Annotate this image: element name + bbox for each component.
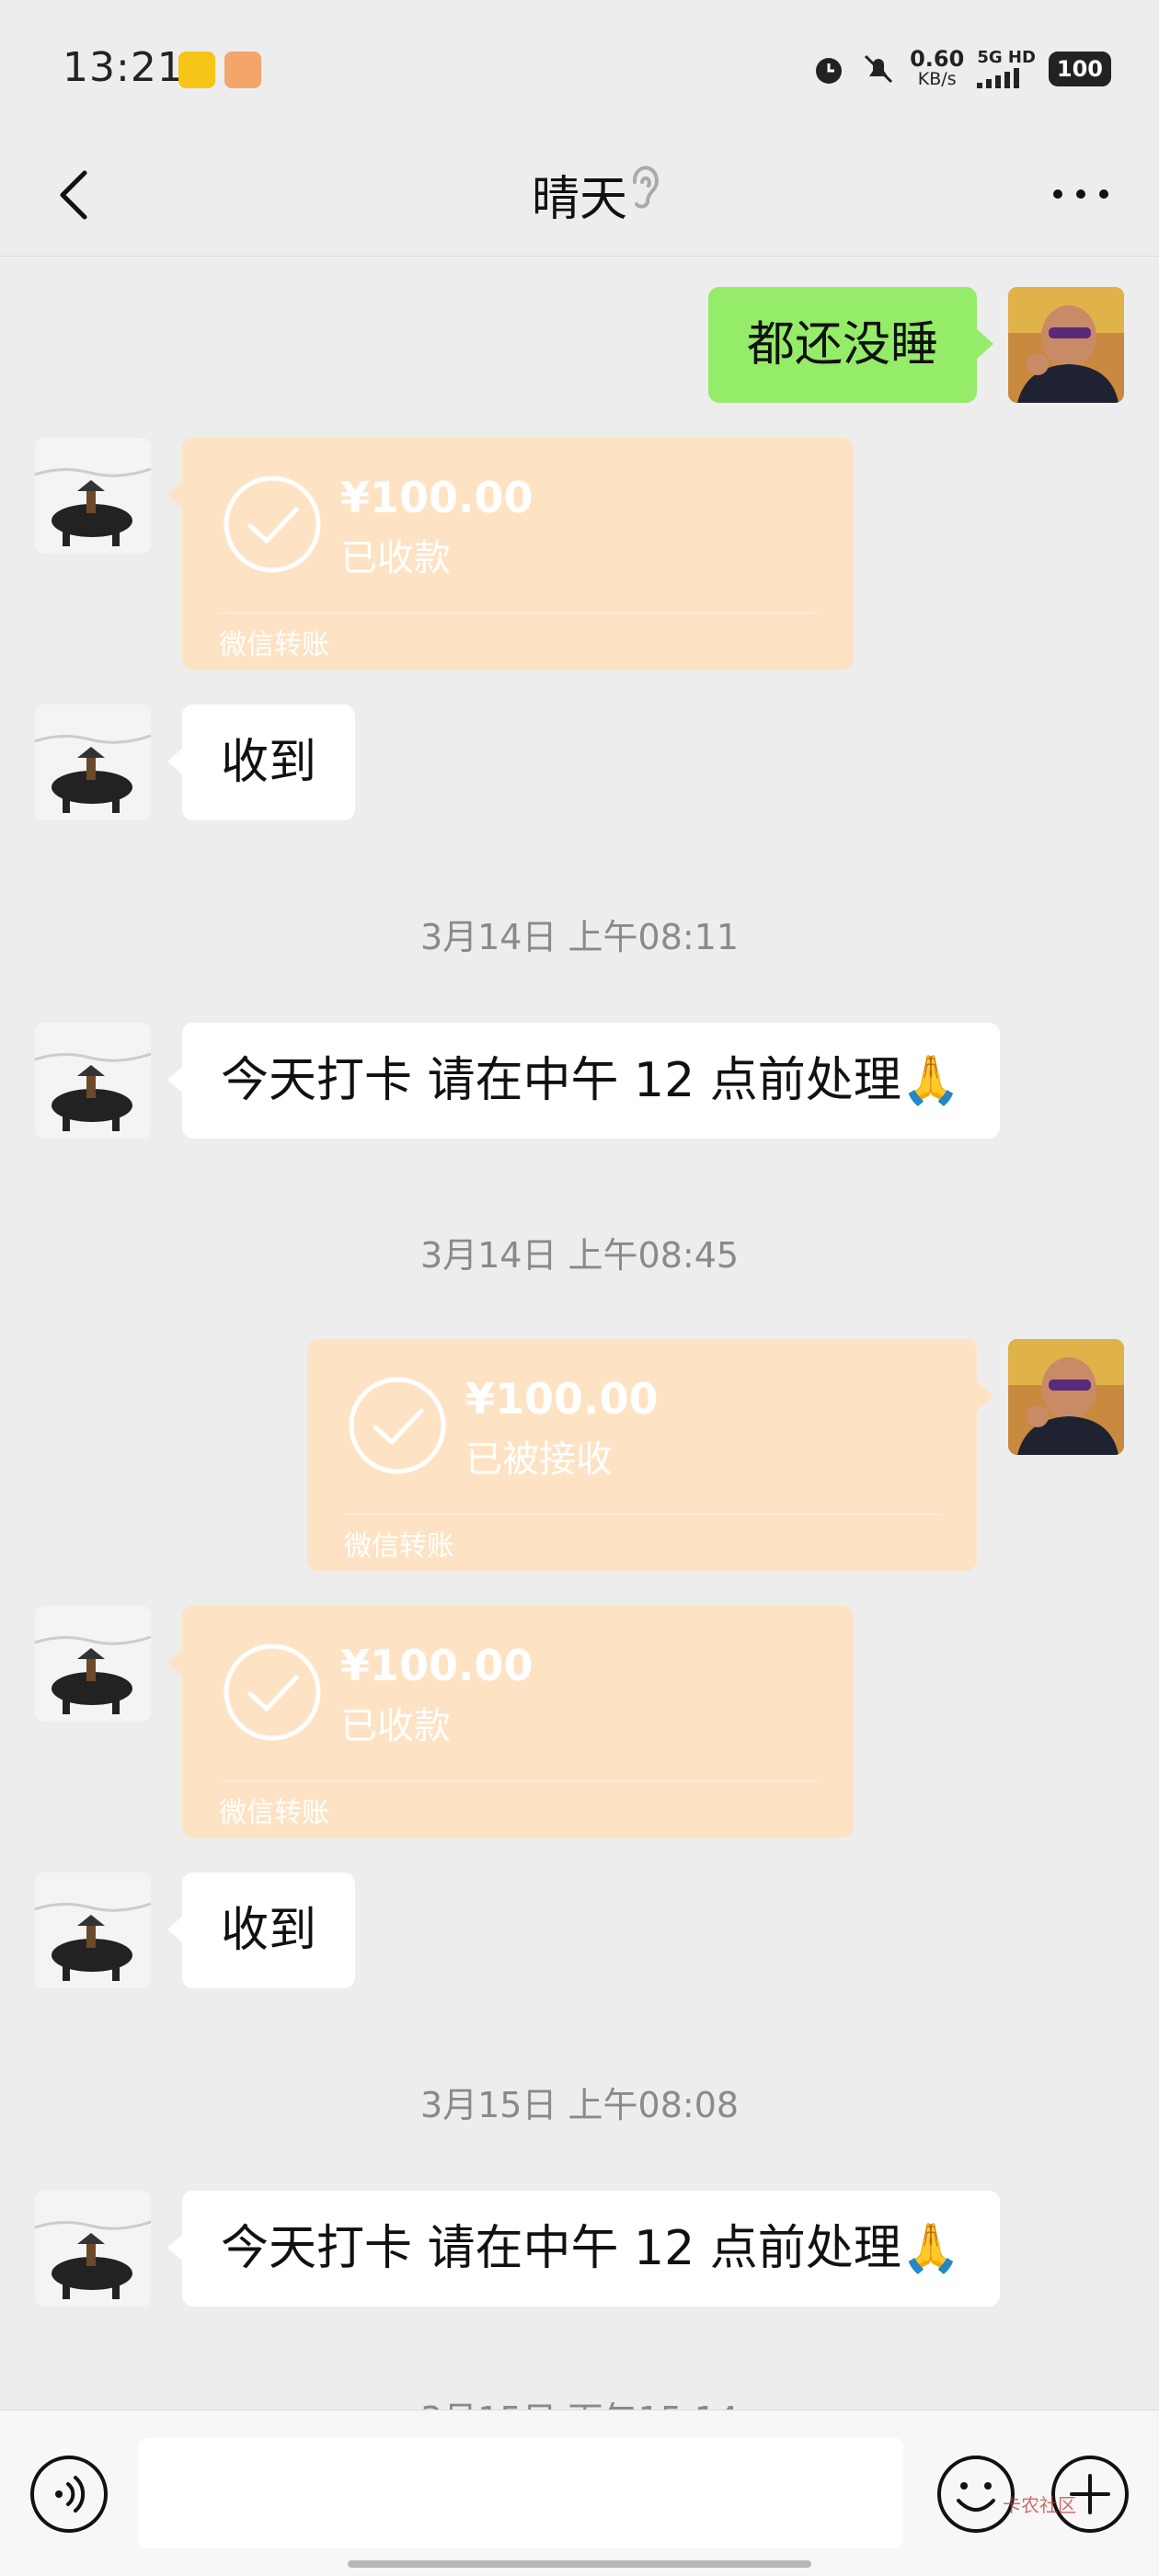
timestamp: 3月14日 上午08:45 bbox=[419, 1235, 740, 1276]
message-text: 今天打卡 请在中午 12 点前处理 bbox=[221, 1053, 901, 1108]
contact-avatar[interactable] bbox=[35, 1023, 151, 1139]
chat-header: 晴天 bbox=[0, 138, 1159, 257]
net-speed: 0.60 KB/s bbox=[910, 46, 965, 89]
app-notification-icon-2 bbox=[224, 52, 261, 88]
self-avatar[interactable] bbox=[1008, 1339, 1124, 1455]
status-bar: 13:21 0.60 KB/s 5G HD 100 bbox=[0, 0, 1159, 138]
transfer-amount: ¥100.00 bbox=[340, 473, 534, 522]
app-notification-icon bbox=[178, 52, 215, 88]
status-right: 0.60 KB/s 5G HD 100 bbox=[810, 46, 1111, 92]
contact-avatar[interactable] bbox=[35, 1606, 151, 1722]
home-indicator[interactable] bbox=[348, 2560, 811, 2568]
transfer-amount: ¥100.00 bbox=[465, 1374, 659, 1424]
divider bbox=[344, 1514, 940, 1515]
contact-avatar[interactable] bbox=[35, 1872, 151, 1988]
transfer-card[interactable]: ¥100.00 已收款 微信转账 bbox=[182, 438, 854, 670]
transfer-status: 已收款 bbox=[340, 1705, 451, 1747]
pray-emoji-icon: 🙏 bbox=[901, 1053, 961, 1108]
check-circle-icon bbox=[224, 475, 321, 573]
timestamp: 3月15日 上午08:08 bbox=[419, 2085, 740, 2125]
transfer-amount: ¥100.00 bbox=[340, 1641, 534, 1690]
alarm-icon bbox=[816, 58, 843, 84]
received-message[interactable]: 今天打卡 请在中午 12 点前处理🙏 bbox=[182, 1023, 1000, 1139]
self-avatar[interactable] bbox=[1008, 287, 1124, 403]
contact-avatar[interactable] bbox=[35, 2191, 151, 2307]
more-dots-icon[interactable] bbox=[1039, 171, 1122, 217]
received-message[interactable]: 收到 bbox=[182, 704, 356, 820]
transfer-label: 微信转账 bbox=[344, 1530, 454, 1563]
transfer-card[interactable]: ¥100.00 已被接收 微信转账 bbox=[307, 1339, 977, 1571]
transfer-status: 已被接收 bbox=[465, 1438, 613, 1481]
chat-title[interactable]: 晴天 bbox=[532, 172, 627, 227]
contact-avatar[interactable] bbox=[35, 704, 151, 820]
bubble-tail bbox=[977, 1381, 993, 1411]
divider bbox=[219, 1780, 817, 1781]
message-input[interactable] bbox=[138, 2438, 903, 2548]
transfer-label: 微信转账 bbox=[219, 629, 329, 661]
watermark: 卡农社区 bbox=[1003, 2494, 1076, 2516]
timestamp: 3月14日 上午08:11 bbox=[419, 917, 740, 957]
mute-icon bbox=[865, 54, 893, 84]
sent-message[interactable]: 都还没睡 bbox=[708, 287, 978, 403]
contact-avatar[interactable] bbox=[35, 438, 151, 554]
received-message[interactable]: 今天打卡 请在中午 12 点前处理🙏 bbox=[182, 2191, 1000, 2307]
message-text: 今天打卡 请在中午 12 点前处理 bbox=[221, 2221, 901, 2276]
status-time: 13:21 bbox=[63, 44, 184, 91]
signal-indicator: 5G HD bbox=[977, 50, 1036, 88]
transfer-card[interactable]: ¥100.00 已收款 微信转账 bbox=[182, 1606, 854, 1838]
check-circle-icon bbox=[349, 1377, 446, 1474]
battery-indicator: 100 bbox=[1048, 52, 1111, 86]
transfer-label: 微信转账 bbox=[219, 1797, 329, 1829]
check-circle-icon bbox=[224, 1643, 321, 1741]
received-message[interactable]: 收到 bbox=[182, 1872, 356, 1988]
voice-icon[interactable] bbox=[28, 2453, 110, 2536]
pray-emoji-icon: 🙏 bbox=[901, 2221, 961, 2276]
bubble-tail bbox=[977, 329, 993, 359]
transfer-status: 已收款 bbox=[340, 537, 451, 579]
input-bar bbox=[0, 2410, 1159, 2576]
ear-icon bbox=[632, 166, 659, 209]
